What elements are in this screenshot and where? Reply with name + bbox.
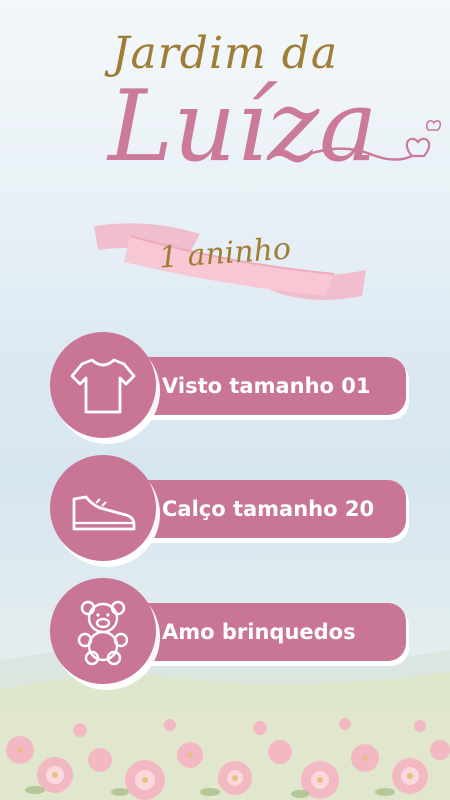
info-card-toys: Amo brinquedos xyxy=(50,578,410,688)
toys-label: Amo brinquedos xyxy=(162,620,356,644)
tshirt-icon xyxy=(70,358,136,414)
sneaker-icon xyxy=(72,495,136,531)
clothes-size-label: Visto tamanho 01 xyxy=(162,374,371,398)
info-card-shoes: Calço tamanho 20 xyxy=(50,455,410,565)
teddy-bear-icon xyxy=(77,600,129,666)
shoe-size-label: Calço tamanho 20 xyxy=(162,497,375,521)
info-card-clothes: Visto tamanho 01 xyxy=(50,332,410,442)
flower-field-decoration xyxy=(0,710,450,800)
heart-swash-icon xyxy=(300,120,442,161)
invitation-page: Jardim da Luíza 1 aninho Visto tamanho 0… xyxy=(0,0,450,800)
